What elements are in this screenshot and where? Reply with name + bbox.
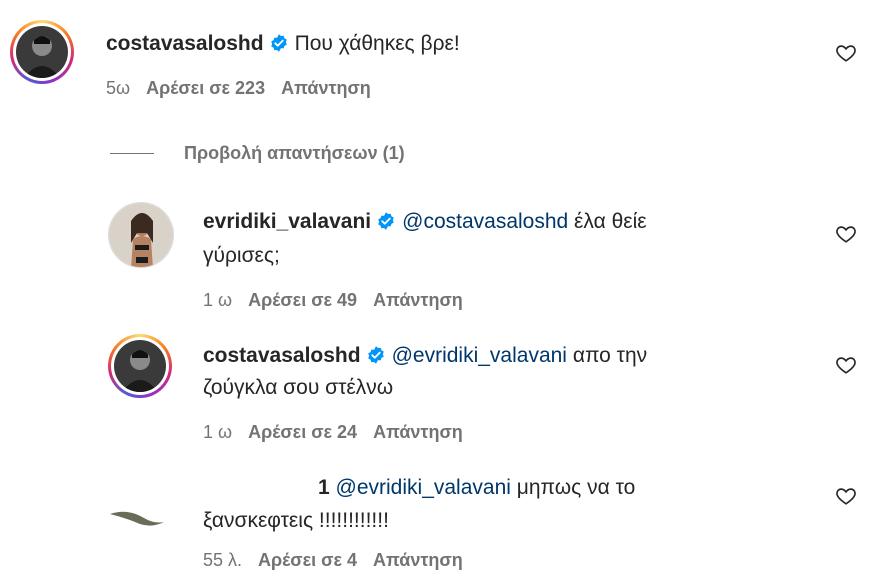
view-replies-toggle[interactable]: Προβολή απαντήσεων (1) <box>110 140 405 166</box>
mention-link[interactable]: @evridiki_valavani <box>392 344 567 367</box>
mention-link[interactable]: @evridiki_valavani <box>336 476 511 499</box>
like-button[interactable] <box>835 485 857 512</box>
reply-username[interactable]: 1 <box>318 476 330 499</box>
heart-icon <box>836 45 856 62</box>
like-button[interactable] <box>835 223 857 250</box>
reply-username[interactable]: costavasaloshd <box>203 344 361 367</box>
reply-button[interactable]: Απάντηση <box>281 78 371 98</box>
likes-count[interactable]: Αρέσει σε 24 <box>248 422 357 442</box>
likes-count[interactable]: Αρέσει σε 4 <box>258 550 357 570</box>
reply: 1 @evridiki_valavani μηπως να το ξανσκεφ… <box>0 458 880 581</box>
divider <box>110 152 154 154</box>
heart-icon <box>836 226 856 243</box>
reply-meta: 1 ω Αρέσει σε 49 Απάντηση <box>203 290 479 311</box>
comment-username[interactable]: costavasaloshd <box>106 32 264 55</box>
reply-text: μηπως να το <box>516 476 636 499</box>
avatar[interactable] <box>108 202 174 268</box>
avatar[interactable] <box>10 20 74 84</box>
reply: evridiki_valavani @costavasaloshd έλα θεί… <box>0 190 880 320</box>
verified-badge-icon <box>366 345 386 373</box>
comment-time[interactable]: 5ω <box>106 78 130 98</box>
reply-username[interactable]: evridiki_valavani <box>203 210 371 233</box>
reply-text: απο την <box>572 344 648 367</box>
reply-meta: 55 λ. Αρέσει σε 4 Απάντηση <box>203 550 479 571</box>
reply-button[interactable]: Απάντηση <box>373 422 463 442</box>
like-button[interactable] <box>835 354 857 381</box>
reply-time[interactable]: 55 λ. <box>203 550 242 570</box>
reply-text-continued: ξανσκεφτεις !!!!!!!!!!!! <box>203 509 389 532</box>
reply-text-continued: γύρισες; <box>203 244 280 267</box>
reply-button[interactable]: Απάντηση <box>373 550 463 570</box>
like-button[interactable] <box>835 42 857 69</box>
verified-badge-icon <box>269 33 289 61</box>
comment-text: Που χάθηκες βρε! <box>294 32 460 55</box>
reply-button[interactable]: Απάντηση <box>373 290 463 310</box>
reply-time[interactable]: 1 ω <box>203 422 232 442</box>
reply-time[interactable]: 1 ω <box>203 290 232 310</box>
comment: costavasaloshd Που χάθηκες βρε! 5ω Αρέσει … <box>0 0 880 110</box>
reply-text: έλα θείε <box>574 210 647 233</box>
heart-icon <box>836 357 856 374</box>
avatar[interactable] <box>108 498 168 528</box>
mention-link[interactable]: @costavasaloshd <box>402 210 568 233</box>
avatar-photo <box>16 26 68 78</box>
likes-count[interactable]: Αρέσει σε 49 <box>248 290 357 310</box>
verified-badge-icon <box>376 211 396 239</box>
avatar[interactable] <box>108 334 172 398</box>
reply: costavasaloshd @evridiki_valavani απο την… <box>0 322 880 452</box>
comment-meta: 5ω Αρέσει σε 223 Απάντηση <box>106 78 387 99</box>
reply-text-continued: ζούγκλα σου στέλνω <box>203 376 394 399</box>
likes-count[interactable]: Αρέσει σε 223 <box>146 78 265 98</box>
view-replies-label: Προβολή απαντήσεων (1) <box>184 142 405 163</box>
heart-icon <box>836 488 856 505</box>
avatar-photo <box>114 340 166 392</box>
reply-meta: 1 ω Αρέσει σε 24 Απάντηση <box>203 422 479 443</box>
